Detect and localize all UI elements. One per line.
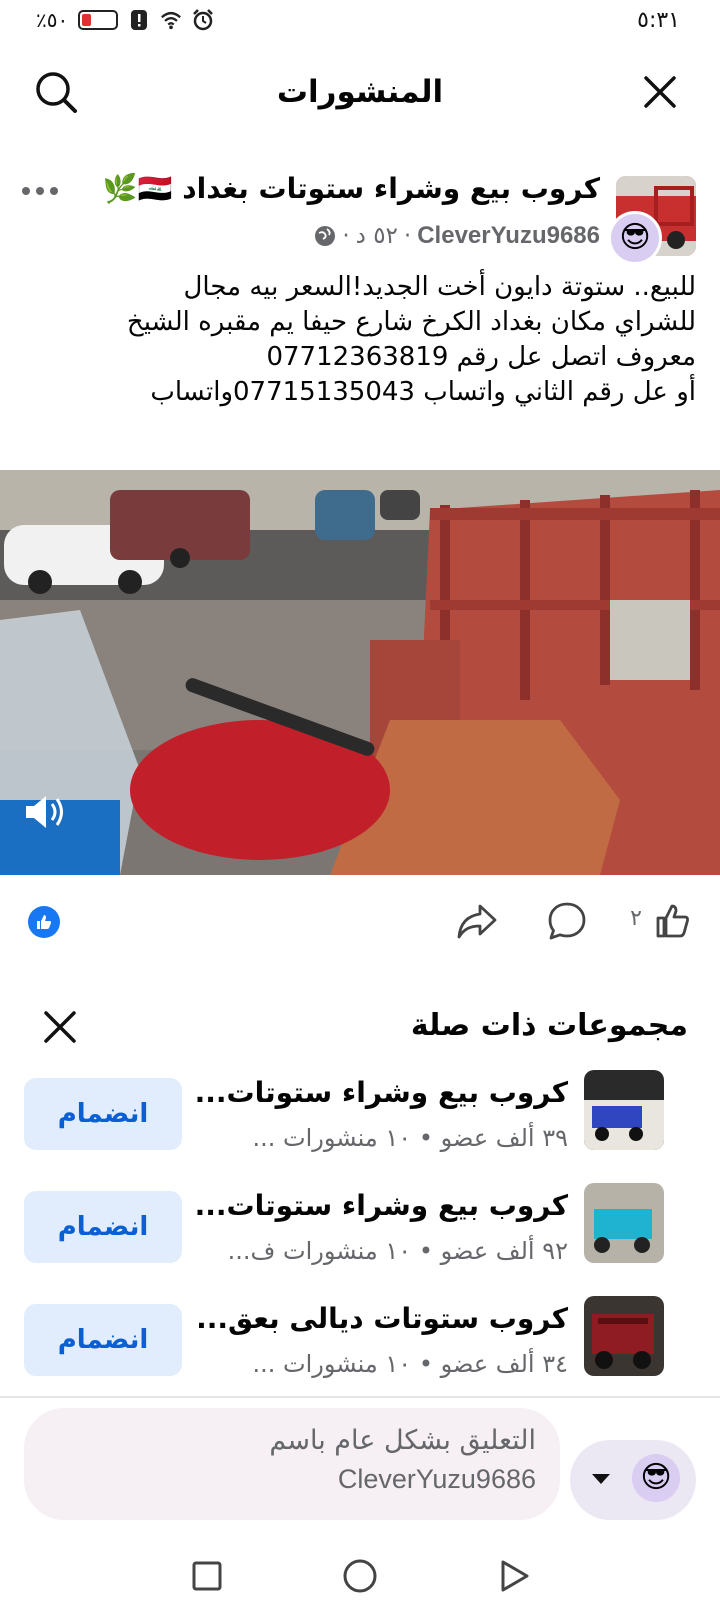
related-group-thumbnail xyxy=(584,1070,664,1150)
related-group-meta: ٣٩ ألف عضو • ١٠ منشورات ... xyxy=(252,1124,569,1152)
post-text-line[interactable]: معروف اتصل عل رقم 07712363819 xyxy=(24,340,696,375)
more-icon xyxy=(22,187,30,195)
back-button[interactable] xyxy=(493,1556,533,1596)
alert-icon xyxy=(131,10,148,30)
page-title: المنشورات xyxy=(276,74,444,110)
post-text-line[interactable]: أو عل رقم الثاني واتساب 07715135043واتسا… xyxy=(24,375,696,410)
square-icon xyxy=(192,1561,222,1591)
alarm-icon xyxy=(193,9,214,31)
status-time: ٥:٣١ xyxy=(637,8,680,33)
sunglasses-emoji-icon: 😎 xyxy=(619,220,651,255)
battery-icon xyxy=(78,10,119,30)
author-avatar[interactable]: 😎 xyxy=(608,211,662,265)
mute-button[interactable] xyxy=(18,786,70,838)
dismiss-related-button[interactable] xyxy=(36,1003,84,1051)
related-group-name: كروب بيع وشراء ستوتات... xyxy=(194,1189,568,1222)
comment-icon xyxy=(548,902,586,940)
related-group-row[interactable]: كروب بيع وشراء ستوتات... ٣٩ ألف عضو • ١٠… xyxy=(0,1070,720,1170)
close-icon xyxy=(644,76,676,108)
related-groups-title: مجموعات ذات صلة xyxy=(410,1008,688,1043)
like-icon xyxy=(656,904,689,938)
comment-button[interactable] xyxy=(544,898,590,944)
related-group-meta: ٩٢ ألف عضو • ١٠ منشورات ف... xyxy=(227,1237,568,1265)
recent-apps-button[interactable] xyxy=(187,1556,227,1596)
post-time: ٥٢ د xyxy=(355,223,398,249)
comment-placeholder: التعليق بشكل عام باسم CleverYuzu9686 xyxy=(269,1425,536,1494)
status-icons: ٪٥٠ xyxy=(36,8,214,32)
related-group-row[interactable]: كروب بيع وشراء ستوتات... ٩٢ ألف عضو • ١٠… xyxy=(0,1183,720,1283)
persona-avatar: 😎 xyxy=(632,1454,680,1502)
like-button[interactable] xyxy=(650,898,696,944)
wifi-icon xyxy=(161,11,182,30)
post-video[interactable] xyxy=(0,470,720,875)
post-body: للبيع.. ستوتة دايون أخت الجديد!السعر بيه… xyxy=(24,270,696,410)
group-name[interactable]: كروب بيع وشراء ستوتات بغداد 🇮🇶🌿 xyxy=(103,172,600,205)
post-meta: CleverYuzu9686 · ٥٢ د · xyxy=(314,222,600,250)
video-frame xyxy=(0,470,720,875)
battery-percent: ٪٥٠ xyxy=(36,8,69,32)
join-button[interactable]: انضمام xyxy=(24,1191,182,1263)
like-count: ٢ xyxy=(630,906,642,931)
close-icon xyxy=(44,1011,76,1043)
circle-icon xyxy=(343,1559,377,1593)
search-icon xyxy=(36,72,77,113)
join-button[interactable]: انضمام xyxy=(24,1078,182,1150)
author-name[interactable]: CleverYuzu9686 xyxy=(417,222,600,250)
like-reaction-icon xyxy=(37,915,51,929)
reaction-summary[interactable] xyxy=(28,906,60,938)
search-button[interactable] xyxy=(30,66,82,118)
post-text-line: للشراي مكان بغداد الكرخ شارع حيفا يم مقب… xyxy=(126,307,696,337)
status-bar: ٥:٣١ ٪٥٠ xyxy=(0,0,720,44)
comment-input[interactable]: التعليق بشكل عام باسم CleverYuzu9686 xyxy=(24,1408,560,1520)
related-group-thumbnail xyxy=(584,1183,664,1263)
globe-icon xyxy=(315,226,336,246)
sunglasses-emoji-icon: 😎 xyxy=(640,1460,672,1495)
triangle-icon xyxy=(501,1560,529,1592)
more-options-button[interactable] xyxy=(22,178,66,204)
close-button[interactable] xyxy=(634,66,686,118)
home-button[interactable] xyxy=(340,1556,380,1596)
post-text-line: للبيع.. ستوتة دايون أخت الجديد!السعر بيه… xyxy=(183,272,696,302)
share-button[interactable] xyxy=(454,898,500,944)
related-group-name: كروب ستوتات ديالى بعق... xyxy=(196,1302,568,1335)
comment-as-selector[interactable]: 😎 xyxy=(570,1440,696,1520)
speaker-icon xyxy=(26,796,63,828)
related-group-thumbnail xyxy=(584,1296,664,1376)
divider xyxy=(0,1396,720,1398)
related-group-name: كروب بيع وشراء ستوتات... xyxy=(194,1076,568,1109)
caret-down-icon xyxy=(592,1474,610,1484)
share-icon xyxy=(457,904,497,939)
related-group-meta: ٣٤ ألف عضو • ١٠ منشورات ... xyxy=(252,1350,569,1378)
page-header: المنشورات xyxy=(0,52,720,132)
related-group-row[interactable]: كروب ستوتات ديالى بعق... ٣٤ ألف عضو • ١٠… xyxy=(0,1296,720,1396)
join-button[interactable]: انضمام xyxy=(24,1304,182,1376)
